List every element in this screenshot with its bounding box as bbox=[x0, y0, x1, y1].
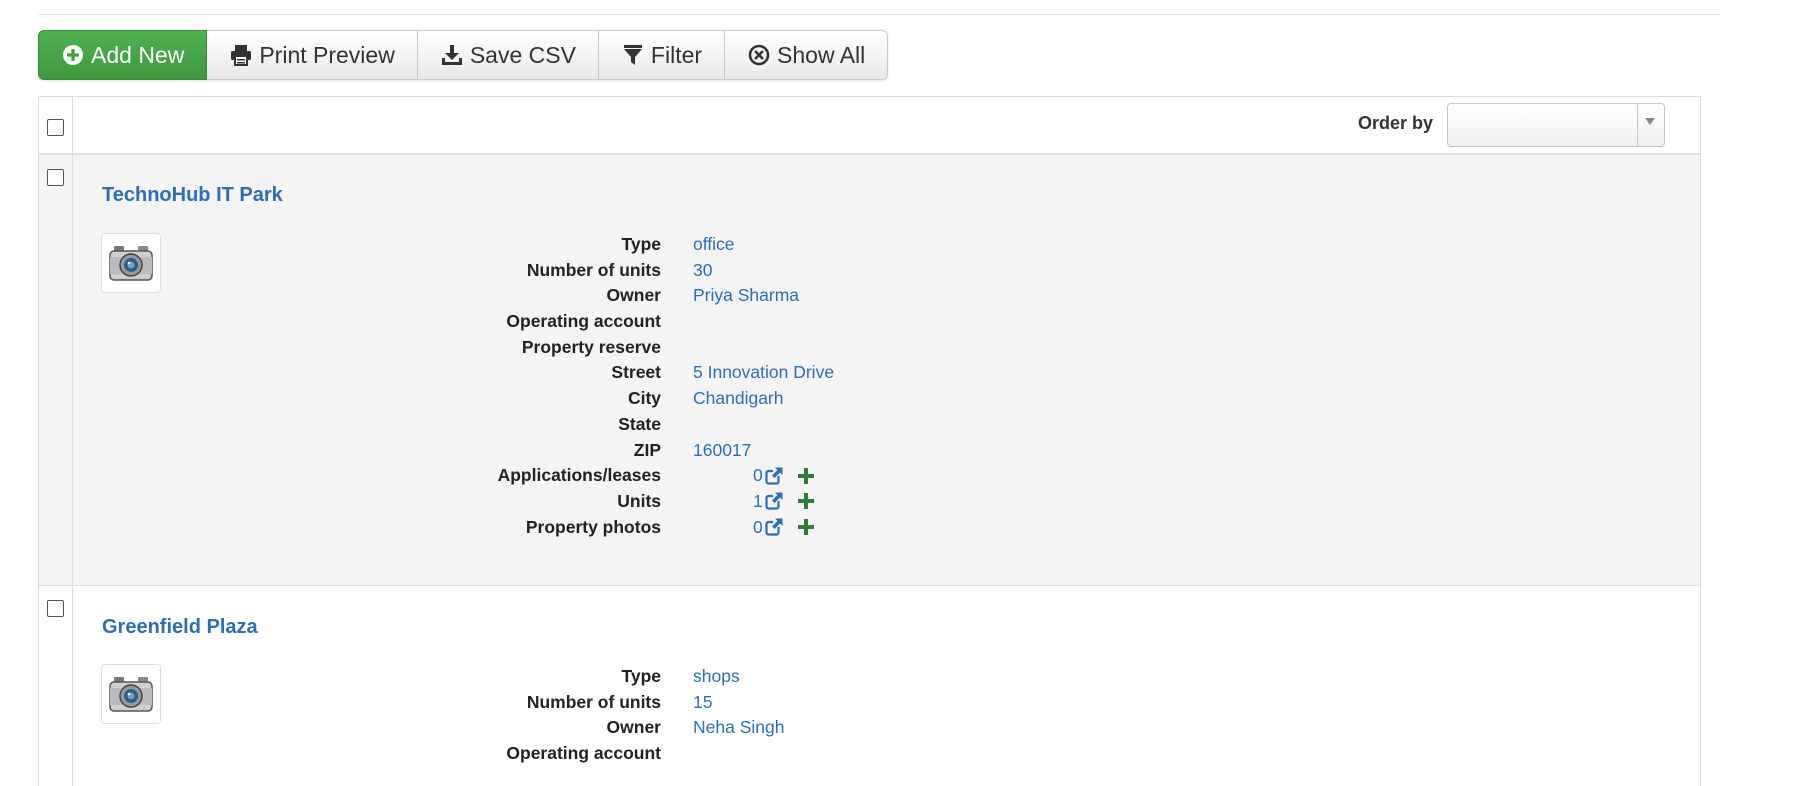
field-row: Owner Priya Sharma bbox=[73, 285, 1173, 311]
select-all-cell bbox=[39, 97, 73, 153]
field-label: Property photos bbox=[525, 516, 661, 537]
field-label: Owner bbox=[606, 285, 661, 306]
field-row: Type shops bbox=[73, 666, 1173, 692]
owner-value[interactable]: Neha Singh bbox=[693, 717, 784, 738]
field-label: Property reserve bbox=[521, 336, 661, 357]
photos-count: 0 bbox=[753, 517, 814, 538]
add-new-button[interactable]: Add New bbox=[38, 30, 208, 80]
add-new-label: Add New bbox=[91, 41, 185, 68]
field-row: Applications/leases 0 bbox=[73, 465, 1173, 491]
units-count: 1 bbox=[753, 491, 814, 512]
plus-icon[interactable] bbox=[797, 519, 814, 536]
field-row: ZIP 160017 bbox=[73, 440, 1173, 466]
save-csv-button[interactable]: Save CSV bbox=[417, 30, 599, 80]
record-body: TechnoHub IT Park Type office Number of u… bbox=[73, 155, 1700, 585]
filter-button[interactable]: Filter bbox=[598, 30, 726, 80]
field-label: Type bbox=[621, 234, 661, 254]
record-body: Greenfield Plaza Type shops Number of uni… bbox=[73, 586, 1700, 786]
field-label: Street bbox=[611, 362, 661, 383]
record-fields: Type shops Number of units 15 Owner Neha Si… bbox=[73, 666, 1173, 769]
order-by-dropdown-toggle[interactable] bbox=[1637, 104, 1664, 146]
field-row: Operating account bbox=[73, 311, 1173, 337]
external-link-icon[interactable] bbox=[765, 466, 783, 485]
row-select-cell bbox=[39, 155, 73, 585]
funnel-icon bbox=[621, 43, 645, 67]
field-row: Property photos 0 bbox=[73, 517, 1173, 543]
records-table: Order by TechnoHub IT Park Type office N… bbox=[38, 96, 1701, 786]
print-preview-button[interactable]: Print Preview bbox=[207, 30, 418, 80]
field-row: Operating account bbox=[73, 743, 1173, 769]
field-row: Units 1 bbox=[73, 491, 1173, 517]
field-row: City Chandigarh bbox=[73, 388, 1173, 414]
field-label: Type bbox=[621, 666, 661, 686]
plus-icon[interactable] bbox=[797, 467, 814, 484]
save-csv-label: Save CSV bbox=[469, 41, 576, 68]
print-preview-label: Print Preview bbox=[259, 41, 395, 68]
city-value[interactable]: Chandigarh bbox=[693, 388, 783, 409]
units-count-value[interactable]: 15 bbox=[693, 692, 712, 713]
type-value[interactable]: shops bbox=[693, 666, 740, 687]
field-label: State bbox=[618, 413, 661, 434]
record-fields: Type office Number of units 30 Owner Priya … bbox=[73, 234, 1173, 542]
type-value[interactable]: office bbox=[693, 234, 735, 255]
download-icon bbox=[440, 43, 464, 67]
field-row: State bbox=[73, 414, 1173, 440]
row-select-cell bbox=[39, 586, 73, 786]
field-row: Property reserve bbox=[73, 337, 1173, 363]
plus-icon[interactable] bbox=[797, 493, 814, 510]
field-row: Street 5 Innovation Drive bbox=[73, 362, 1173, 388]
applications-count-link[interactable]: 0 bbox=[753, 465, 763, 486]
filter-label: Filter bbox=[650, 41, 703, 68]
field-label: Number of units bbox=[526, 691, 661, 712]
row-checkbox[interactable] bbox=[47, 169, 64, 186]
row-checkbox[interactable] bbox=[47, 600, 64, 617]
table-header: Order by bbox=[39, 97, 1700, 155]
times-circle-icon bbox=[747, 43, 771, 67]
toolbar: Add New Print Preview Save CSV Filter Sh… bbox=[38, 30, 889, 80]
field-label: City bbox=[627, 388, 661, 409]
units-count-value[interactable]: 30 bbox=[693, 260, 712, 281]
top-divider bbox=[38, 14, 1720, 15]
field-row: Type office bbox=[73, 234, 1173, 260]
field-label: ZIP bbox=[633, 439, 661, 460]
printer-icon bbox=[229, 43, 253, 67]
units-count-link[interactable]: 1 bbox=[753, 491, 763, 512]
external-link-icon[interactable] bbox=[765, 518, 783, 536]
field-label: Operating account bbox=[506, 743, 661, 764]
order-by-select[interactable] bbox=[1447, 103, 1665, 147]
field-label: Applications/leases bbox=[497, 465, 661, 486]
field-label: Units bbox=[617, 490, 661, 511]
field-row: Owner Neha Singh bbox=[73, 717, 1173, 743]
record-title-link[interactable]: Greenfield Plaza bbox=[102, 616, 258, 639]
caret-down-icon bbox=[1645, 118, 1655, 125]
select-all-checkbox[interactable] bbox=[47, 119, 64, 136]
field-label: Owner bbox=[606, 717, 661, 738]
table-row: Greenfield Plaza Type shops Number of uni… bbox=[39, 586, 1700, 786]
external-link-icon[interactable] bbox=[765, 492, 783, 510]
applications-count: 0 bbox=[753, 465, 814, 486]
show-all-button[interactable]: Show All bbox=[725, 30, 889, 80]
field-row: Number of units 15 bbox=[73, 692, 1173, 718]
order-by-label: Order by bbox=[1357, 113, 1433, 133]
street-value[interactable]: 5 Innovation Drive bbox=[693, 362, 834, 383]
plus-circle-icon bbox=[61, 43, 85, 67]
field-row: Number of units 30 bbox=[73, 260, 1173, 286]
field-label: Number of units bbox=[526, 259, 661, 280]
photos-count-link[interactable]: 0 bbox=[753, 517, 763, 538]
show-all-label: Show All bbox=[777, 41, 866, 68]
table-row: TechnoHub IT Park Type office Number of u… bbox=[39, 155, 1700, 586]
record-title-link[interactable]: TechnoHub IT Park bbox=[102, 184, 283, 207]
zip-value[interactable]: 160017 bbox=[693, 440, 751, 461]
owner-value[interactable]: Priya Sharma bbox=[693, 285, 799, 306]
field-label: Operating account bbox=[506, 311, 661, 332]
